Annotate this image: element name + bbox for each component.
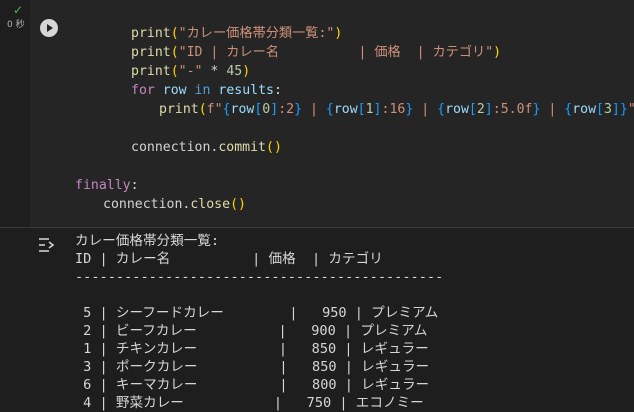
code-token: {	[222, 102, 231, 117]
code-token: ()	[266, 140, 282, 155]
code-token: row	[445, 102, 469, 117]
code-token: ]	[484, 102, 493, 117]
code-token: ()	[230, 197, 246, 212]
code-token: {	[325, 102, 334, 117]
code-token: f"	[206, 102, 223, 117]
output-line: 1 | チキンカレー | 850 | レギュラー	[75, 341, 429, 357]
code-token: for	[131, 83, 155, 98]
cell-output: カレー価格帯分類一覧: ID | カレー名 | 価格 | カテゴリ --------…	[0, 228, 634, 411]
notebook-view: ✓ 0 秒 print("カレー価格帯分類一覧:") print("ID | カレ…	[0, 0, 634, 411]
code-line: connection.commit()	[131, 138, 282, 157]
code-token: [	[596, 102, 604, 117]
code-token: (	[170, 45, 179, 60]
code-token: :5.0f	[492, 102, 533, 117]
run-cell-button[interactable]	[40, 19, 58, 37]
code-token: row	[230, 102, 255, 117]
success-check-icon: ✓	[13, 3, 24, 17]
output-line: 4 | 野菜カレー | 750 | エコノミー	[75, 395, 424, 411]
code-token: {	[564, 102, 573, 117]
code-cell[interactable]: print("カレー価格帯分類一覧:") print("ID | カレー名 | 価…	[30, 0, 634, 227]
output-toggle-icon[interactable]	[37, 236, 57, 254]
code-token: :16	[381, 102, 406, 117]
code-line: finally:	[75, 176, 139, 195]
code-token: connection	[131, 140, 211, 155]
output-line: ----------------------------------------…	[75, 269, 444, 285]
code-token: "カレー価格帯分類一覧:"	[178, 26, 335, 41]
code-token: in	[186, 83, 219, 98]
code-line: connection.close()	[103, 195, 246, 214]
code-token: 45	[226, 64, 243, 79]
code-token: "-"	[178, 64, 203, 79]
execution-time: 0 秒	[7, 20, 25, 30]
code-token: :2	[278, 102, 295, 117]
code-token: )	[242, 64, 251, 79]
output-line: ID | カレー名 | 価格 | カテゴリ	[75, 251, 383, 267]
code-token: ]	[611, 102, 620, 117]
code-line: for row in results:	[131, 81, 282, 100]
output-line: 2 | ビーフカレー | 900 | プレミアム	[75, 323, 428, 339]
code-token: finally	[75, 178, 131, 193]
code-token: )	[334, 26, 343, 41]
code-token: results	[218, 83, 274, 98]
output-line: 3 | ポークカレー | 850 | レギュラー	[75, 359, 430, 375]
code-token: :	[130, 178, 139, 193]
code-token: {	[437, 102, 446, 117]
code-token: 2	[476, 102, 485, 117]
code-token: [	[468, 102, 477, 117]
code-token: row	[572, 102, 597, 117]
code-token: print	[131, 64, 171, 79]
code-line: print(f"{row[0]:2} | {row[1]:16} | {row[…	[159, 100, 634, 119]
code-token: row	[162, 83, 187, 98]
code-token: (	[170, 26, 179, 41]
code-token: print	[131, 26, 171, 41]
code-token: row	[333, 102, 358, 117]
code-token: commit	[218, 140, 266, 155]
output-line: 6 | キーマカレー | 800 | レギュラー	[75, 377, 430, 393]
code-token: (	[170, 64, 179, 79]
code-token: "ID | カレー名 | 価格 | カテゴリ"	[178, 45, 494, 60]
cell-gutter: ✓ 0 秒	[0, 0, 30, 228]
code-token: [	[357, 102, 366, 117]
code-token: connection	[103, 197, 183, 212]
code-token: 3	[603, 102, 612, 117]
code-token: "	[628, 102, 634, 117]
code-token: }	[294, 102, 303, 117]
code-token: print	[159, 102, 199, 117]
code-token: print	[131, 45, 171, 60]
output-line: カレー価格帯分類一覧:	[75, 233, 220, 249]
code-token: |	[540, 102, 565, 117]
code-token: }	[619, 102, 628, 117]
code-token: :	[273, 83, 282, 98]
code-token: |	[413, 102, 438, 117]
code-token: ]	[373, 102, 382, 117]
code-line: print("-" * 45)	[131, 62, 250, 81]
code-token: )	[493, 45, 502, 60]
code-token: (	[198, 102, 207, 117]
code-token: close	[190, 197, 231, 212]
output-text: カレー価格帯分類一覧: ID | カレー名 | 価格 | カテゴリ --------…	[75, 232, 443, 412]
output-line: 5 | シーフードカレー | 950 | プレミアム	[75, 305, 439, 321]
code-token: ]	[270, 102, 279, 117]
code-line: print("カレー価格帯分類一覧:")	[131, 24, 342, 43]
code-token: |	[302, 102, 326, 117]
code-token: 1	[365, 102, 374, 117]
code-token: *	[202, 64, 227, 79]
code-line: print("ID | カレー名 | 価格 | カテゴリ")	[131, 43, 501, 62]
